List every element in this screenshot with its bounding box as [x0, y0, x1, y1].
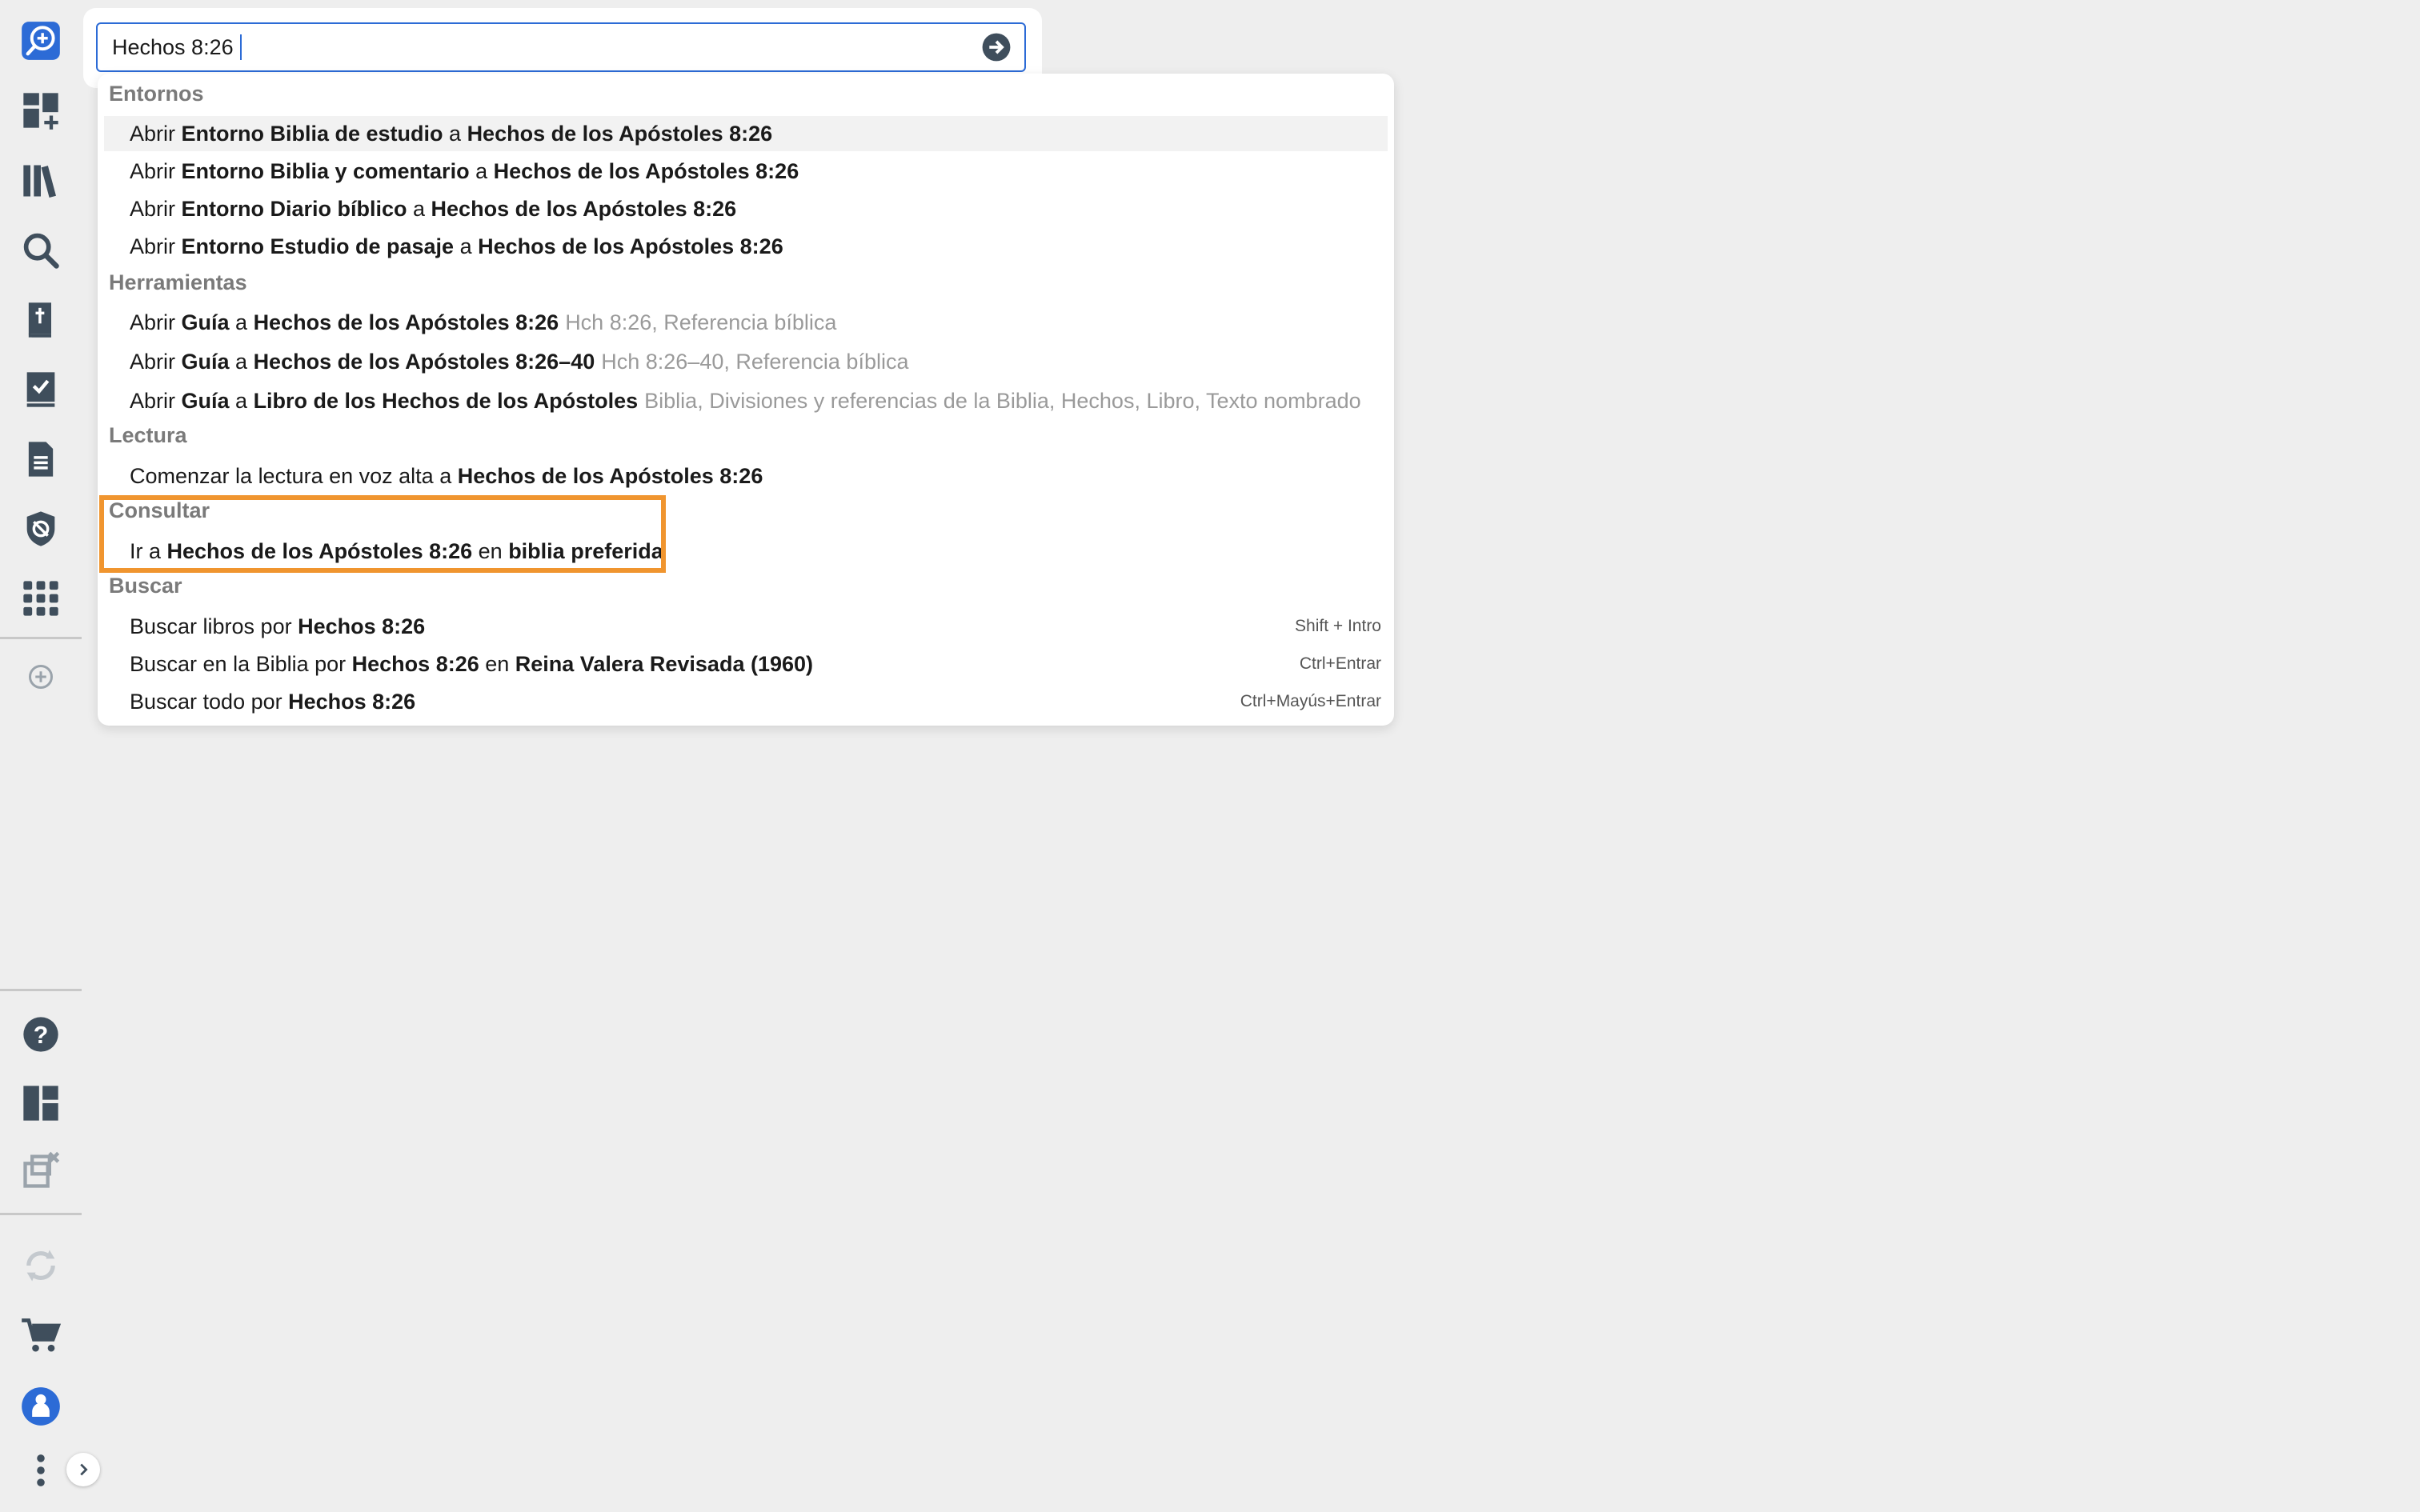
- suggestion-row[interactable]: Buscar todo por Hechos 8:26 Ctrl+Mayús+E…: [104, 684, 1388, 719]
- document-icon[interactable]: [17, 435, 65, 483]
- sidebar-divider: [0, 637, 82, 639]
- suggestion-row[interactable]: Comenzar la lectura en voz alta a Hechos…: [104, 458, 1388, 494]
- layout-icon[interactable]: [17, 1079, 65, 1127]
- bible-icon[interactable]: [17, 296, 65, 344]
- close-layouts-icon[interactable]: [17, 1146, 65, 1194]
- cart-icon[interactable]: [17, 1312, 65, 1360]
- add-circle-icon[interactable]: [17, 653, 65, 701]
- suggestions-dropdown: Entornos Abrir Entorno Biblia de estudio…: [98, 74, 1394, 726]
- suggestion-row[interactable]: Abrir Entorno Biblia y comentario a Hech…: [104, 154, 1388, 189]
- sidebar: ?: [0, 0, 82, 1512]
- suggestion-row[interactable]: Abrir Entorno Estudio de pasaje a Hechos…: [104, 229, 1388, 264]
- keyboard-shortcut: Ctrl+Entrar: [1299, 654, 1381, 673]
- section-header-lectura: Lectura: [109, 423, 187, 447]
- suggestion-row[interactable]: Buscar libros por Hechos 8:26 Shift + In…: [104, 609, 1388, 644]
- sync-icon[interactable]: [17, 1242, 65, 1290]
- section-header-entornos: Entornos: [109, 82, 204, 106]
- suggestion-row[interactable]: Abrir Entorno Biblia de estudio a Hechos…: [104, 116, 1388, 151]
- expand-sidebar-button[interactable]: [66, 1453, 100, 1486]
- svg-text:?: ?: [34, 1022, 49, 1049]
- more-vertical-icon[interactable]: [17, 1446, 65, 1494]
- search-add-icon[interactable]: [17, 17, 65, 65]
- help-icon[interactable]: ?: [17, 1010, 65, 1058]
- go-arrow-icon[interactable]: [981, 32, 1012, 62]
- section-header-consultar: Consultar: [109, 498, 210, 522]
- section-header-herramientas: Herramientas: [109, 270, 247, 294]
- suggestion-row[interactable]: Abrir Guía a Hechos de los Apóstoles 8:2…: [104, 305, 1388, 340]
- section-header-buscar: Buscar: [109, 574, 182, 598]
- suggestion-row[interactable]: Ir a Hechos de los Apóstoles 8:26 en bib…: [104, 534, 1388, 569]
- library-icon[interactable]: [17, 157, 65, 205]
- search-input[interactable]: [112, 24, 976, 70]
- sidebar-divider: [0, 1213, 82, 1215]
- sidebar-divider: [0, 989, 82, 991]
- keyboard-shortcut: Ctrl+Mayús+Entrar: [1240, 692, 1381, 710]
- apps-grid-icon[interactable]: [17, 574, 65, 622]
- suggestion-row[interactable]: Abrir Guía a Hechos de los Apóstoles 8:2…: [104, 344, 1388, 379]
- chevron-right-icon: [80, 1463, 88, 1476]
- dashboard-add-icon[interactable]: [17, 86, 65, 134]
- text-caret: [240, 34, 242, 60]
- user-avatar-icon[interactable]: [17, 1382, 65, 1430]
- search-box: [96, 22, 1026, 72]
- keyboard-shortcut: Shift + Intro: [1295, 617, 1381, 635]
- shield-icon[interactable]: [17, 505, 65, 553]
- suggestion-row[interactable]: Buscar en la Biblia por Hechos 8:26 en R…: [104, 646, 1388, 682]
- suggestion-row[interactable]: Abrir Guía a Libro de los Hechos de los …: [104, 383, 1388, 418]
- suggestion-row[interactable]: Abrir Entorno Diario bíblico a Hechos de…: [104, 191, 1388, 226]
- checklist-icon[interactable]: [17, 366, 65, 414]
- search-icon[interactable]: [17, 226, 65, 274]
